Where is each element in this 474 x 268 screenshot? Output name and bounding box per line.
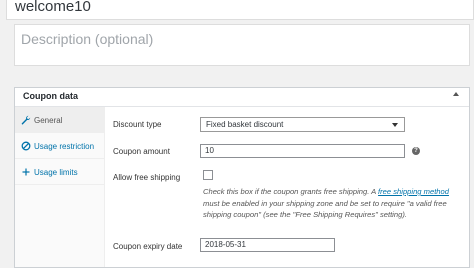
coupon-data-metabox: Coupon data General Usage restriction Us…: [14, 87, 470, 268]
tab-usage-restriction-label: Usage restriction: [34, 142, 95, 151]
metabox-title: Coupon data: [23, 91, 78, 101]
free-shipping-desc-start: Check this box if the coupon grants free…: [203, 187, 379, 196]
tab-usage-limits-label: Usage limits: [34, 168, 78, 177]
block-icon: [21, 141, 31, 151]
expiry-date-label: Coupon expiry date: [113, 242, 183, 251]
chevron-down-icon: [392, 123, 398, 127]
free-shipping-method-link[interactable]: free shipping method: [378, 187, 449, 196]
free-shipping-description: Check this box if the coupon grants free…: [203, 186, 453, 221]
expiry-date-input[interactable]: 2018-05-31: [200, 238, 335, 252]
coupon-amount-label: Coupon amount: [113, 147, 170, 156]
coupon-code-input[interactable]: welcome10: [6, 0, 474, 20]
tab-usage-restriction[interactable]: Usage restriction: [15, 133, 104, 159]
free-shipping-desc-end: must be enabled in your shipping zone an…: [203, 198, 447, 220]
collapse-arrow-icon[interactable]: [453, 92, 459, 96]
coupon-description-input[interactable]: Description (optional): [14, 24, 470, 66]
discount-type-value: Fixed basket discount: [206, 120, 284, 129]
plus-icon: [21, 167, 31, 177]
wrench-icon: [21, 115, 31, 125]
coupon-tabs: General Usage restriction Usage limits: [15, 107, 105, 267]
tab-general-label: General: [34, 116, 63, 125]
discount-type-select[interactable]: Fixed basket discount: [200, 117, 405, 132]
general-panel: Discount type Fixed basket discount Coup…: [106, 107, 469, 267]
metabox-header[interactable]: Coupon data: [15, 88, 469, 107]
tab-usage-limits[interactable]: Usage limits: [15, 159, 104, 185]
free-shipping-checkbox[interactable]: [203, 170, 213, 180]
tab-general[interactable]: General: [15, 107, 104, 133]
discount-type-label: Discount type: [113, 120, 162, 129]
coupon-amount-input[interactable]: 10: [200, 144, 405, 158]
help-icon[interactable]: ?: [412, 147, 420, 155]
free-shipping-label: Allow free shipping: [113, 173, 181, 182]
